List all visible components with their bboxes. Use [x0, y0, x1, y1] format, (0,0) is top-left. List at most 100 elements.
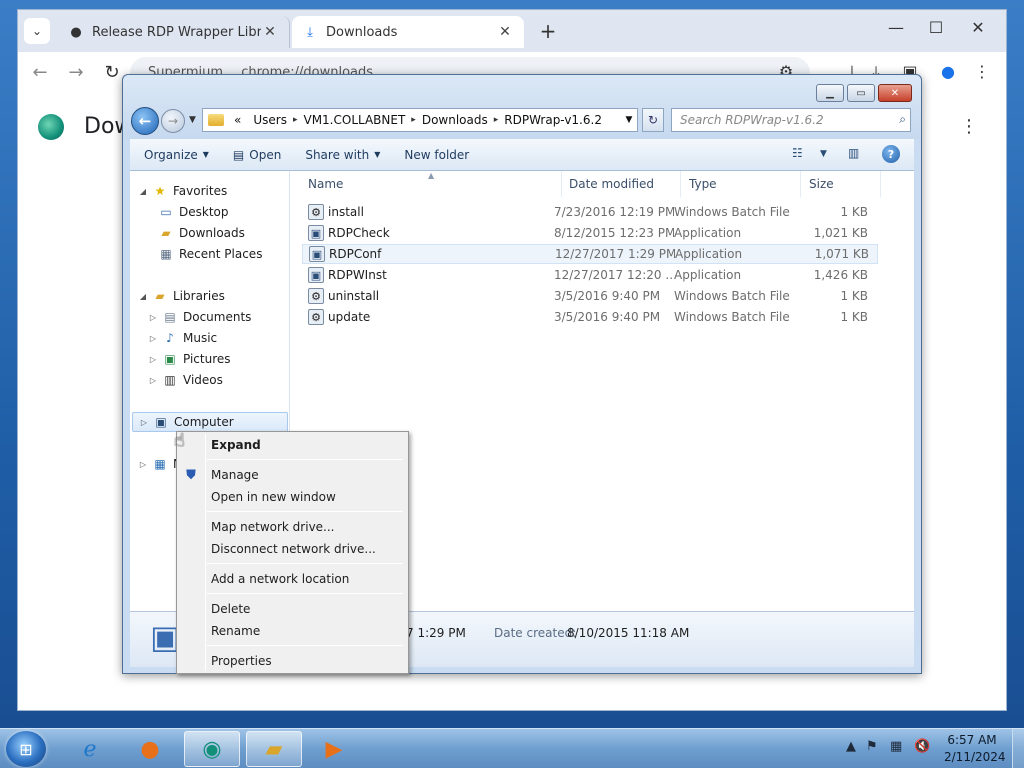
- github-icon: ●: [70, 24, 82, 40]
- file-explorer-icon[interactable]: ▰: [246, 731, 302, 767]
- breadcrumb-downloads[interactable]: Downloads: [416, 113, 494, 127]
- show-desktop-button[interactable]: [1012, 729, 1024, 768]
- menu-item-expand[interactable]: Expand: [211, 435, 261, 455]
- refresh-button[interactable]: ↻: [642, 108, 664, 132]
- menu-item-open-new-window[interactable]: Open in new window: [211, 487, 336, 507]
- expand-icon[interactable]: ▷: [148, 313, 158, 322]
- profile-icon[interactable]: ●: [936, 62, 960, 81]
- system-clock[interactable]: 6:57 AM 2/11/2024: [944, 732, 1006, 766]
- application-icon: ▣: [308, 267, 324, 283]
- nav-desktop[interactable]: ▭ Desktop: [158, 202, 228, 222]
- action-center-flag-icon[interactable]: ⚑: [866, 739, 878, 754]
- downloads-folder-icon: ▰: [161, 226, 171, 240]
- command-bar: Organize ▼ ▤ Open Share with ▼ New folder ☷…: [130, 139, 914, 171]
- search-input[interactable]: Search RDPWrap-v1.6.2 ⌕: [671, 108, 911, 132]
- menu-item-add-network-location[interactable]: Add a network location: [211, 569, 349, 589]
- tab-search-button[interactable]: ⌄: [24, 18, 50, 44]
- show-hidden-icons[interactable]: ▲: [846, 739, 856, 754]
- close-icon[interactable]: ✕: [261, 24, 279, 40]
- expand-icon[interactable]: ▷: [139, 418, 149, 427]
- column-size[interactable]: Size: [801, 171, 881, 197]
- nav-recent-places[interactable]: ▦ Recent Places: [158, 244, 262, 264]
- collapse-icon[interactable]: ◢: [138, 292, 148, 301]
- expand-icon[interactable]: ▷: [148, 334, 158, 343]
- menu-item-properties[interactable]: Properties: [211, 651, 272, 671]
- column-type[interactable]: Type: [681, 171, 801, 197]
- menu-item-manage[interactable]: Manage: [211, 465, 259, 485]
- explorer-maximize-button[interactable]: ▭: [847, 84, 875, 102]
- share-with-button[interactable]: Share with ▼: [293, 148, 392, 162]
- file-date: 8/12/2015 12:23 PM: [554, 226, 674, 240]
- address-dropdown-icon[interactable]: ▼: [621, 115, 637, 125]
- breadcrumb-vm1[interactable]: VM1.COLLABNET: [297, 113, 411, 127]
- menu-item-disconnect-drive[interactable]: Disconnect network drive...: [211, 539, 376, 559]
- tab-downloads[interactable]: ⤓ Downloads ✕: [292, 16, 524, 48]
- help-icon[interactable]: ?: [882, 145, 900, 163]
- nav-downloads[interactable]: ▰ Downloads: [158, 223, 245, 243]
- file-type: Windows Batch File: [674, 310, 790, 324]
- breadcrumb-overflow[interactable]: «: [228, 113, 247, 127]
- file-row[interactable]: ⚙ update 3/5/2016 9:40 PM Windows Batch F…: [302, 307, 878, 327]
- search-icon[interactable]: ⌕: [899, 112, 906, 127]
- close-icon[interactable]: ✕: [496, 24, 514, 40]
- new-folder-button[interactable]: New folder: [392, 148, 481, 162]
- firefox-icon[interactable]: ●: [122, 731, 178, 767]
- change-view-icon[interactable]: ☷: [792, 146, 803, 160]
- close-window-button[interactable]: ✕: [958, 18, 998, 37]
- collapse-icon[interactable]: ◢: [138, 187, 148, 196]
- nav-videos[interactable]: ▷ ▥ Videos: [148, 370, 223, 390]
- menu-icon[interactable]: ⋮: [970, 62, 994, 81]
- expand-icon[interactable]: ▷: [148, 376, 158, 385]
- column-date-modified[interactable]: Date modified: [561, 171, 681, 197]
- back-button[interactable]: ←: [28, 62, 52, 83]
- explorer-minimize-button[interactable]: ▁: [816, 84, 844, 102]
- open-icon: ▤: [232, 147, 245, 162]
- breadcrumb-rdpwrap[interactable]: RDPWrap-v1.6.2: [498, 113, 608, 127]
- nav-music[interactable]: ▷ ♪ Music: [148, 328, 217, 348]
- file-type: Application: [674, 226, 742, 240]
- view-options-dropdown[interactable]: ▼: [820, 149, 827, 159]
- maximize-button[interactable]: ☐: [916, 18, 956, 37]
- breadcrumb-users[interactable]: Users: [247, 113, 293, 127]
- explorer-forward-button[interactable]: →: [161, 109, 185, 133]
- supermium-icon[interactable]: ◉: [184, 731, 240, 767]
- network-icon: ▦: [154, 457, 166, 471]
- explorer-address-bar[interactable]: « Users ▸ VM1.COLLABNET ▸ Downloads ▸ RD…: [202, 108, 638, 132]
- start-button[interactable]: ⊞: [6, 731, 46, 767]
- file-row[interactable]: ⚙ uninstall 3/5/2016 9:40 PM Windows Batc…: [302, 286, 878, 306]
- media-player-icon[interactable]: ▶: [306, 731, 362, 767]
- more-options-icon[interactable]: ⋮: [960, 116, 978, 137]
- nav-documents[interactable]: ▷ ▤ Documents: [148, 307, 252, 327]
- nav-libraries[interactable]: ◢ ▰ Libraries: [138, 286, 225, 306]
- menu-item-rename[interactable]: Rename: [211, 621, 260, 641]
- forward-button[interactable]: →: [64, 62, 88, 83]
- file-row[interactable]: ▣ RDPCheck 8/12/2015 12:23 PM Application…: [302, 223, 878, 243]
- nav-computer[interactable]: ▷ ▣ Computer: [132, 412, 288, 432]
- explorer-back-button[interactable]: ←: [131, 107, 159, 135]
- file-row[interactable]: ▣ RDPWInst 12/27/2017 12:20 ... Applicati…: [302, 265, 878, 285]
- new-tab-button[interactable]: +: [536, 19, 560, 43]
- menu-item-delete[interactable]: Delete: [211, 599, 250, 619]
- nav-pictures[interactable]: ▷ ▣ Pictures: [148, 349, 231, 369]
- explorer-close-button[interactable]: ✕: [878, 84, 912, 102]
- expand-icon[interactable]: ▷: [138, 460, 148, 469]
- tab-rdp-wrapper[interactable]: ● Release RDP Wrapper Library v ✕: [58, 16, 290, 48]
- minimize-button[interactable]: —: [876, 18, 916, 37]
- menu-separator: [207, 563, 403, 564]
- expand-icon[interactable]: ▷: [148, 355, 158, 364]
- network-icon[interactable]: ▦: [890, 739, 902, 754]
- reload-button[interactable]: ↻: [100, 62, 124, 83]
- volume-muted-icon[interactable]: 🔇: [914, 739, 930, 754]
- application-icon: ▣: [308, 225, 324, 241]
- menu-item-map-drive[interactable]: Map network drive...: [211, 517, 335, 537]
- file-type: Windows Batch File: [674, 289, 790, 303]
- file-row[interactable]: ⚙ install 7/23/2016 12:19 PM Windows Batc…: [302, 202, 878, 222]
- recent-pages-dropdown[interactable]: ▼: [189, 115, 196, 125]
- internet-explorer-icon[interactable]: ℯ: [62, 731, 118, 767]
- file-row[interactable]: ▣ RDPConf 12/27/2017 1:29 PM Application …: [302, 244, 878, 264]
- preview-pane-icon[interactable]: ▥: [848, 146, 859, 160]
- file-name: update: [328, 310, 371, 324]
- organize-button[interactable]: Organize ▼: [130, 148, 221, 162]
- open-button[interactable]: ▤ Open: [221, 148, 293, 162]
- nav-favorites[interactable]: ◢ ★ Favorites: [138, 181, 227, 201]
